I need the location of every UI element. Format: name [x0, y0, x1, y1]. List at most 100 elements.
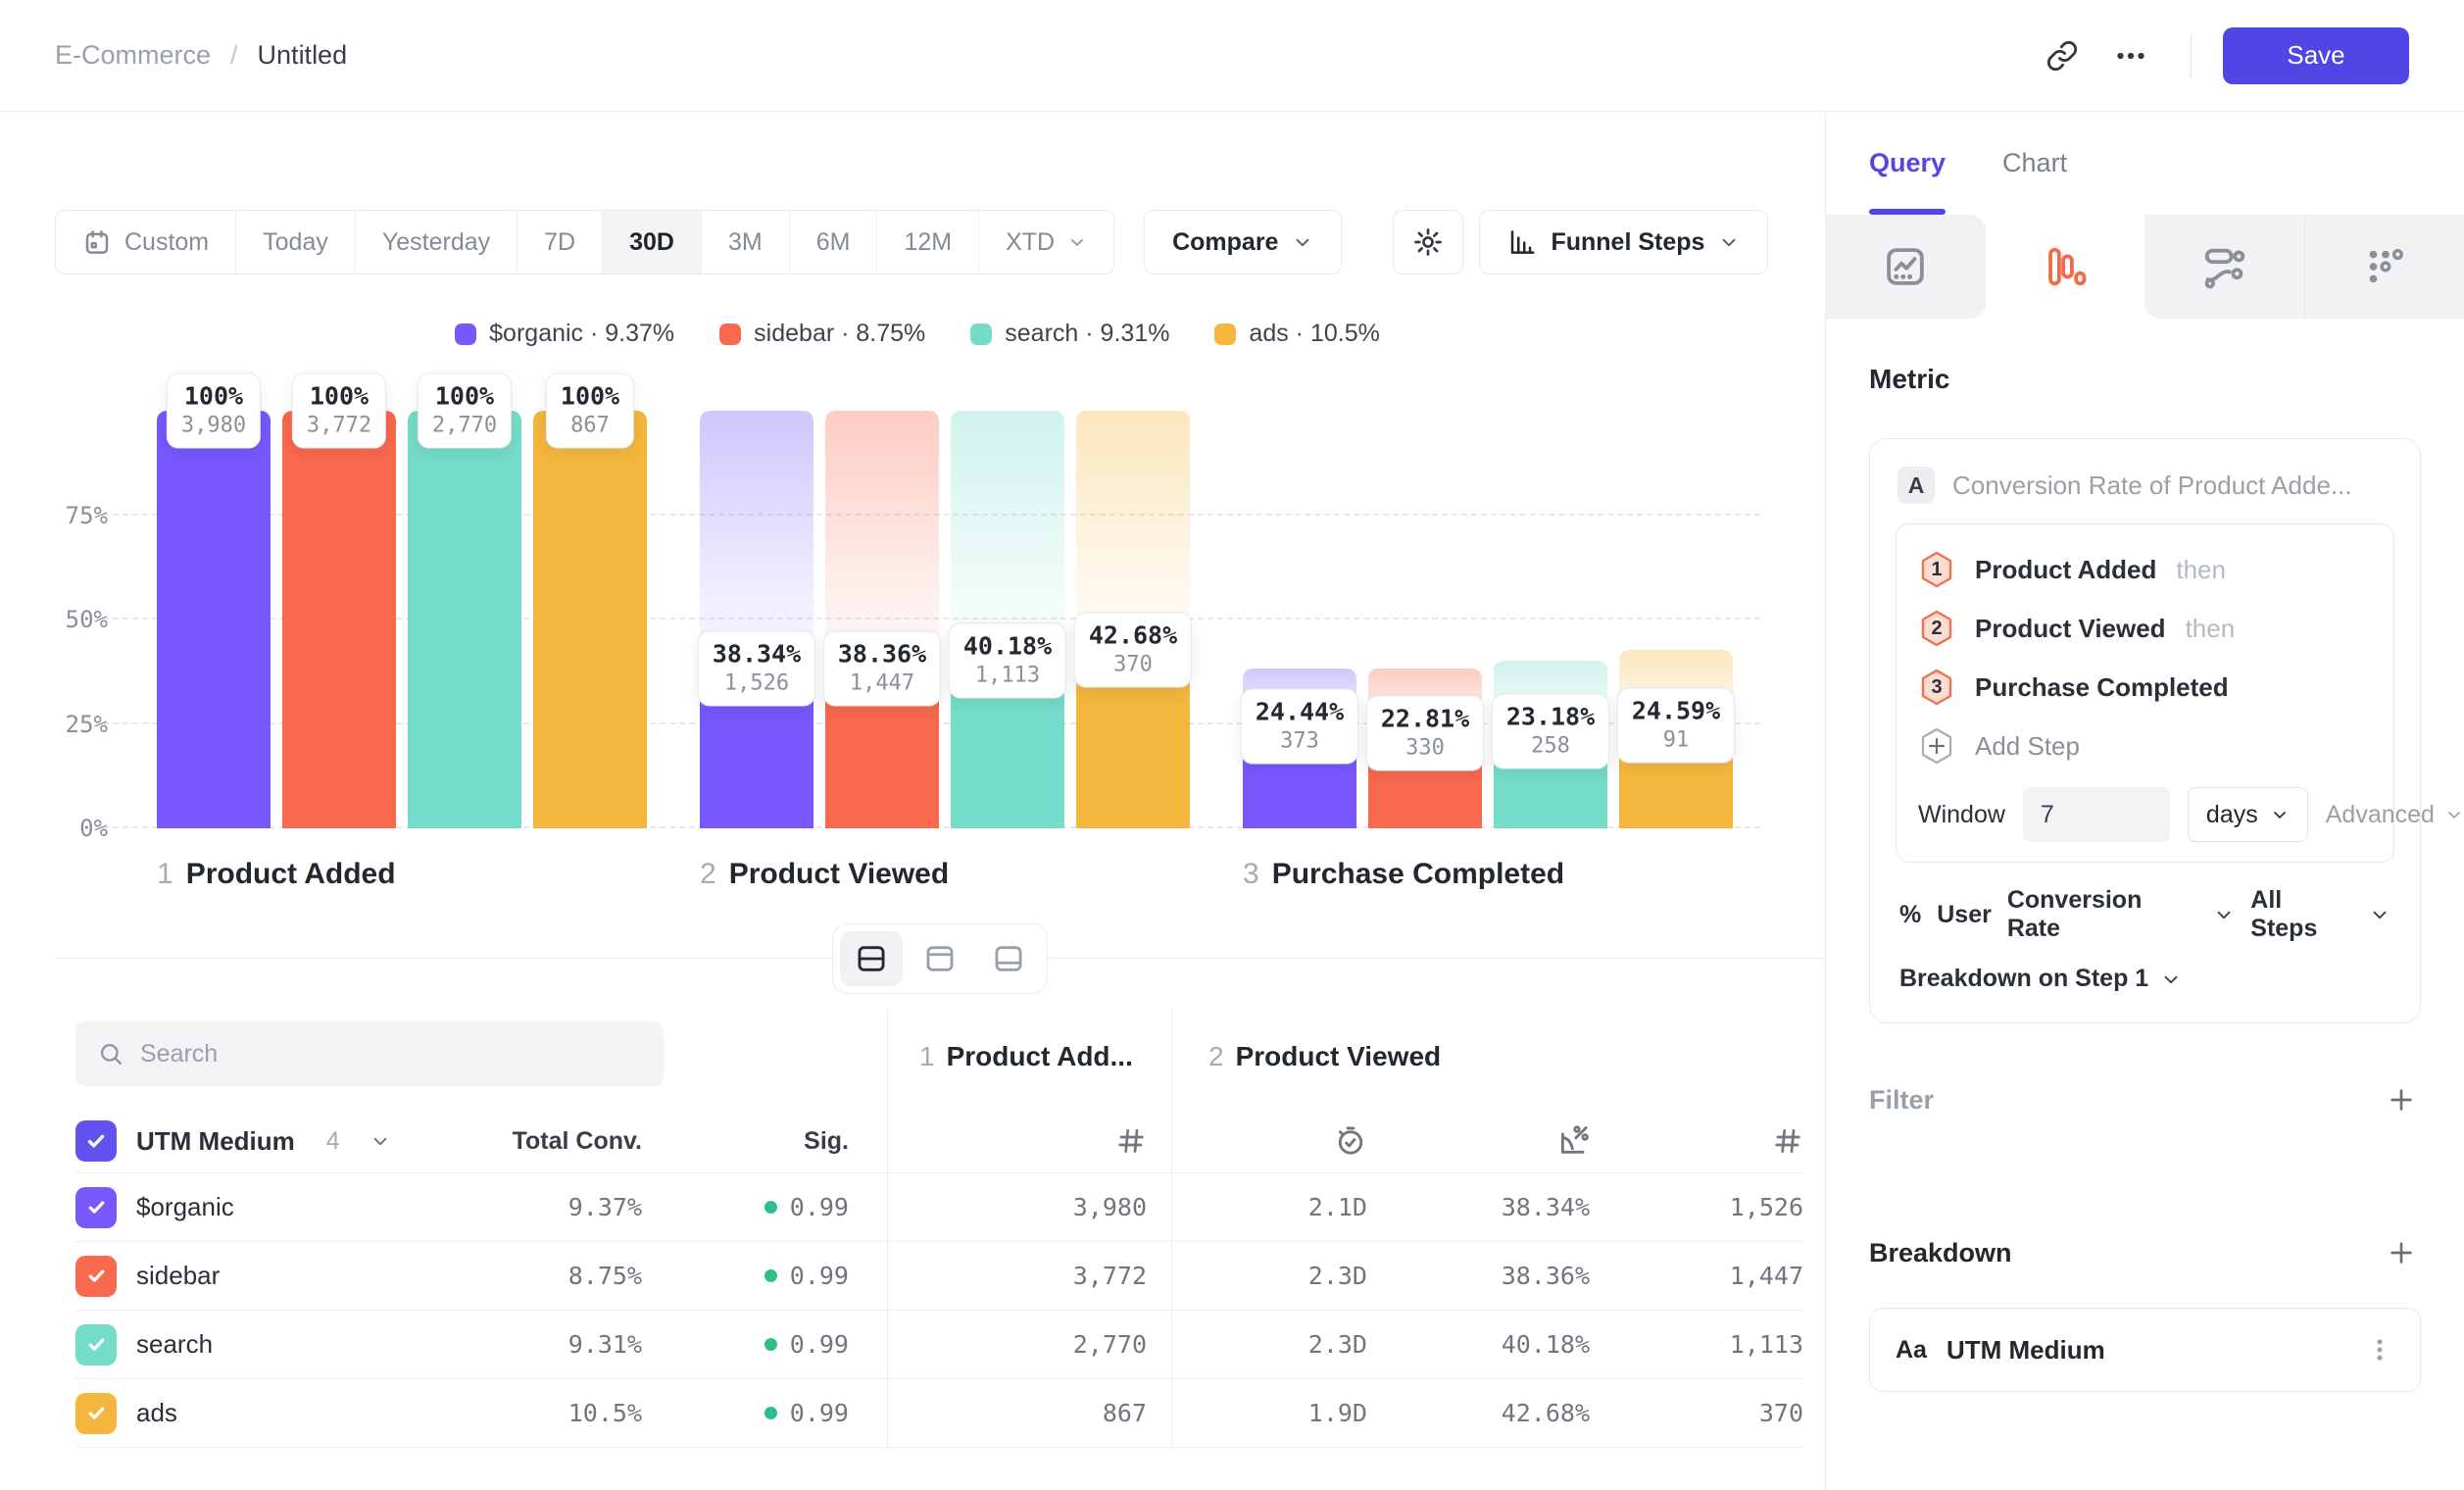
chart-percent-icon	[1556, 1124, 1590, 1158]
breakdown-on-row[interactable]: Breakdown on Step 1	[1896, 965, 2394, 997]
query-panel: Query Chart	[1825, 112, 2464, 1490]
table-search[interactable]	[75, 1021, 664, 1086]
table-row-sidebar[interactable]: sidebar8.75%0.993,7722.3D38.36%1,447	[75, 1241, 1803, 1310]
split-horizontal-icon	[854, 942, 889, 975]
step-row-2[interactable]: 2 Product Viewed then	[1918, 599, 2372, 658]
funnel-bar-$organic[interactable]: 38.34%1,526	[700, 411, 813, 828]
chevron-down-icon	[1718, 231, 1740, 253]
window-value-input[interactable]	[2023, 787, 2170, 842]
group-column-header[interactable]: UTM Medium 4	[75, 1120, 438, 1162]
tab-funnel-chart[interactable]	[1986, 215, 2145, 319]
breakdown-property-card[interactable]: Aa UTM Medium	[1869, 1308, 2421, 1392]
view-table-only-button[interactable]	[977, 931, 1040, 986]
table-rows: $organic9.37%0.993,9802.1D38.34%1,526sid…	[75, 1172, 1803, 1448]
share-link-button[interactable]	[2028, 26, 2096, 85]
table-row-ads[interactable]: ads10.5%0.998671.9D42.68%370	[75, 1378, 1803, 1447]
step-badge-hexagon: 3	[1918, 668, 1955, 707]
funnel-bar-sidebar[interactable]: 100%3,772	[282, 411, 396, 828]
add-step-row[interactable]: Add Step	[1918, 717, 2372, 775]
funnel-bar-ads[interactable]: 24.59%91	[1619, 411, 1733, 828]
measure-metric[interactable]: Conversion Rate	[2007, 886, 2197, 943]
add-breakdown-button[interactable]	[2382, 1233, 2421, 1272]
time-metric-header[interactable]	[1171, 1124, 1367, 1158]
metric-summary-row[interactable]: A Conversion Rate of Product Adde...	[1897, 467, 2392, 504]
tooltip-count: 330	[1381, 735, 1469, 760]
tab-line-chart[interactable]	[1826, 215, 1986, 319]
significance-value: 0.99	[790, 1330, 849, 1359]
chevron-down-icon[interactable]	[370, 1130, 391, 1152]
legend-item-ads[interactable]: ads · 10.5%	[1214, 320, 1379, 348]
breadcrumb-project[interactable]: E-Commerce	[55, 40, 211, 71]
sig-header[interactable]: Sig.	[642, 1127, 849, 1156]
tab-flow-chart[interactable]	[2144, 215, 2304, 319]
step-row-3[interactable]: 3 Purchase Completed	[1918, 658, 2372, 717]
compare-button[interactable]: Compare	[1144, 210, 1342, 274]
select-all-checkbox[interactable]	[75, 1120, 117, 1162]
range-3m[interactable]: 3M	[701, 211, 789, 273]
step-row-1[interactable]: 1 Product Added then	[1918, 540, 2372, 599]
top-bar: E-Commerce / Untitled Save	[0, 0, 2464, 112]
table-row-$organic[interactable]: $organic9.37%0.993,9802.1D38.34%1,526	[75, 1172, 1803, 1241]
tab-chart[interactable]: Chart	[2002, 148, 2067, 178]
property-options-button[interactable]	[2365, 1335, 2394, 1365]
calendar-icon	[82, 227, 112, 257]
total-conv-header[interactable]: Total Conv.	[438, 1127, 642, 1156]
window-unit-select[interactable]: days	[2188, 787, 2308, 842]
range-yesterday[interactable]: Yesterday	[355, 211, 517, 273]
tab-retention-grid[interactable]	[2304, 215, 2464, 319]
funnel-bar-search[interactable]: 23.18%258	[1494, 411, 1607, 828]
row-checkbox[interactable]	[75, 1324, 117, 1366]
row-label: ads	[136, 1398, 177, 1428]
range-6m[interactable]: 6M	[789, 211, 877, 273]
row-checkbox[interactable]	[75, 1187, 117, 1228]
legend-item-search[interactable]: search · 9.31%	[970, 320, 1169, 348]
view-split-button[interactable]	[840, 931, 903, 986]
metric-summary: Conversion Rate of Product Adde...	[1952, 471, 2352, 501]
funnel-bar-ads[interactable]: 42.68%370	[1076, 411, 1190, 828]
range-12m[interactable]: 12M	[876, 211, 978, 273]
tab-query[interactable]: Query	[1869, 148, 1946, 178]
breadcrumb-title[interactable]: Untitled	[258, 40, 348, 71]
add-filter-button[interactable]	[2382, 1080, 2421, 1119]
view-chart-only-button[interactable]	[909, 931, 971, 986]
measure-scope[interactable]: All Steps	[2250, 886, 2353, 943]
funnel-bar-sidebar[interactable]: 22.81% 330	[1368, 411, 1482, 828]
funnel-step-label: 2Product Viewed	[700, 858, 1190, 891]
funnel-bar-sidebar[interactable]: 38.36%1,447	[825, 411, 939, 828]
funnel-bar-$organic[interactable]: 24.44%373	[1243, 411, 1356, 828]
more-menu-button[interactable]	[2096, 26, 2165, 85]
count-metric-header[interactable]	[1590, 1125, 1803, 1157]
measure-entity[interactable]: User	[1937, 901, 1992, 929]
chevron-down-icon[interactable]	[2369, 904, 2390, 925]
funnel-bar-search[interactable]: 40.18%1,113	[951, 411, 1064, 828]
funnel-bar-ads[interactable]: 100%867	[533, 411, 647, 828]
row-checkbox[interactable]	[75, 1256, 117, 1297]
count-metric-header[interactable]	[849, 1125, 1171, 1157]
chart-type-selector[interactable]: Funnel Steps	[1479, 210, 1768, 274]
chart-toolbar: CustomToday Yesterday 7D30D3M6M12MXTD Comp…	[55, 210, 1825, 274]
chevron-down-icon	[2444, 805, 2464, 824]
row-checkbox[interactable]	[75, 1393, 117, 1434]
conversion-metric-header[interactable]	[1367, 1124, 1590, 1158]
search-input[interactable]	[140, 1040, 642, 1068]
tooltip-conversion-pct: 22.81%	[1381, 704, 1469, 732]
save-button[interactable]: Save	[2223, 27, 2409, 84]
funnel-steps-icon	[1507, 227, 1537, 257]
legend-item-sidebar[interactable]: sidebar · 8.75%	[719, 320, 925, 348]
tooltip-count: 258	[1506, 734, 1595, 759]
range-30d[interactable]: 30D	[602, 211, 701, 273]
chevron-down-icon[interactable]	[2213, 904, 2235, 925]
funnel-bars-icon	[2043, 244, 2088, 289]
range-label: Yesterday	[382, 228, 490, 257]
advanced-toggle[interactable]: Advanced	[2326, 801, 2464, 829]
funnel-bar-search[interactable]: 100%2,770	[408, 411, 521, 828]
range-7d[interactable]: 7D	[517, 211, 602, 273]
range-today[interactable]: Today	[235, 211, 355, 273]
range-custom[interactable]: Custom	[56, 211, 235, 273]
range-xtd[interactable]: XTD	[978, 211, 1113, 273]
chart-settings-button[interactable]	[1393, 210, 1463, 274]
funnel-bar-$organic[interactable]: 100%3,980	[157, 411, 271, 828]
table-row-search[interactable]: search9.31%0.992,7702.3D40.18%1,113	[75, 1310, 1803, 1378]
step-number: 2	[700, 858, 716, 891]
legend-item-$organic[interactable]: $organic · 9.37%	[455, 320, 674, 348]
